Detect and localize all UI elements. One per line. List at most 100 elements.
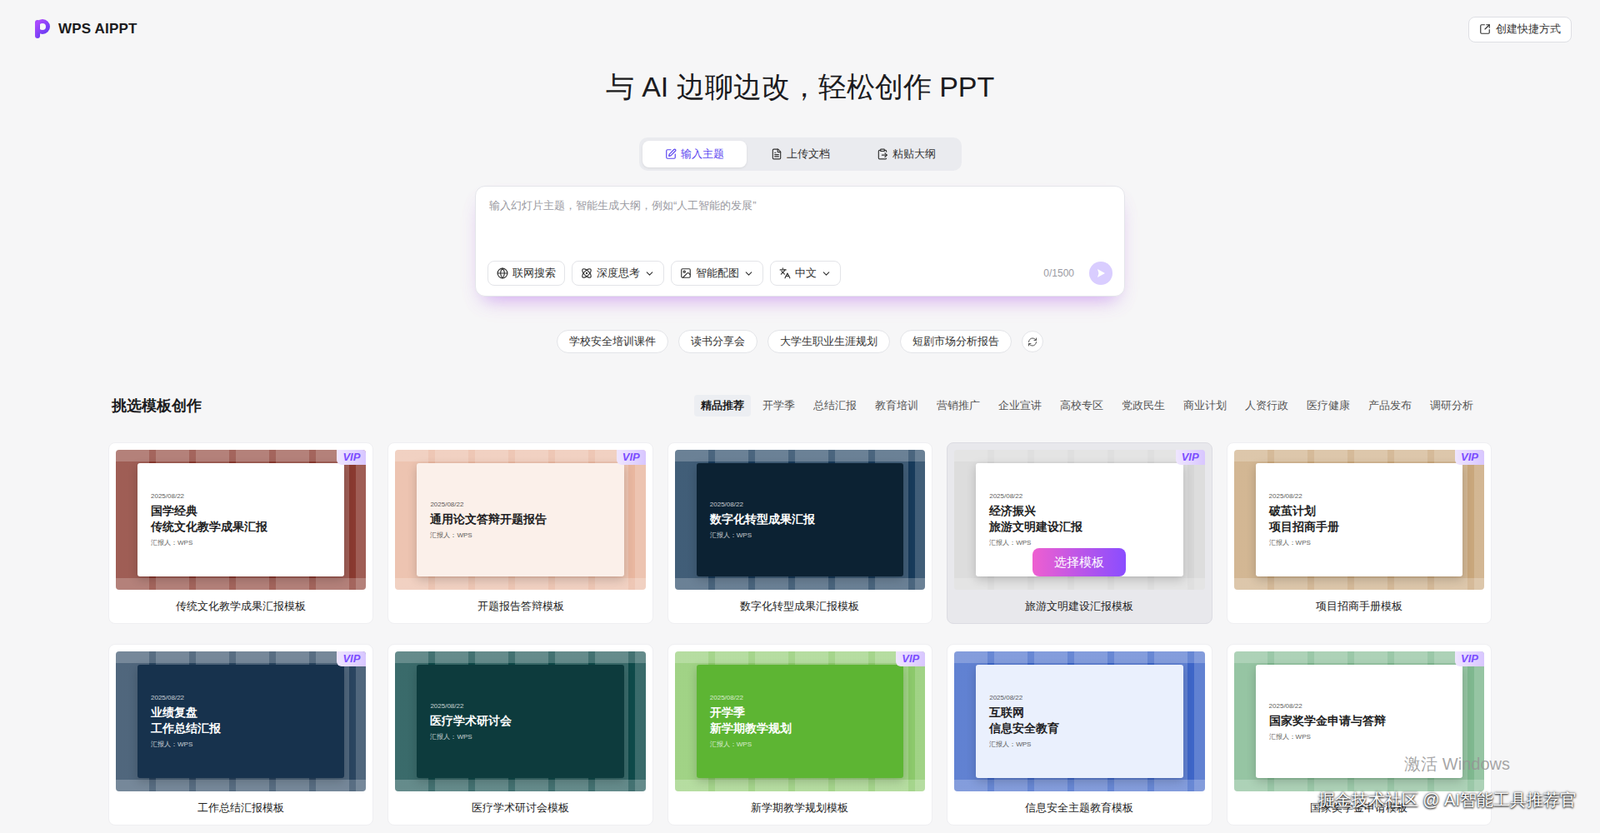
prompt-option[interactable]: 深度思考 [571, 260, 665, 286]
template-caption: 数字化转型成果汇报模板 [675, 590, 925, 624]
choose-template-button[interactable]: 选择模板 [1032, 548, 1126, 577]
category-tab[interactable]: 营销推广 [930, 395, 987, 417]
input-mode-tab[interactable]: 粘贴大纲 [854, 140, 959, 168]
category-tab[interactable]: 调研分析 [1423, 395, 1480, 417]
prompt-option[interactable]: 联网搜索 [487, 260, 565, 286]
category-tab[interactable]: 产品发布 [1361, 395, 1419, 417]
template-card[interactable]: 2025/08/22互联网信息安全教育汇报人：WPS信息安全主题教育模板 [946, 644, 1212, 826]
slide-title-line: 通用论文答辩开题报告 [430, 511, 610, 528]
vip-badge: VIP [895, 651, 925, 667]
template-preview[interactable]: 2025/08/22互联网信息安全教育汇报人：WPS [954, 651, 1205, 792]
wps-logo-icon [33, 18, 52, 40]
category-tab[interactable]: 总结汇报 [806, 395, 864, 417]
category-tab[interactable]: 党政民生 [1115, 395, 1172, 417]
template-preview[interactable]: 2025/08/22医疗学术研讨会汇报人：WPS [395, 651, 645, 792]
slide-title: 通用论文答辩开题报告 [430, 511, 610, 528]
refresh-button[interactable] [1021, 330, 1044, 353]
category-tab[interactable]: 商业计划 [1176, 395, 1234, 417]
template-caption: 工作总结汇报模板 [115, 791, 366, 825]
credit-watermark: 掘金技术社区 @ AI智能工具推荐官 [1318, 789, 1577, 812]
globe-icon [496, 267, 509, 280]
slide-date: 2025/08/22 [150, 492, 331, 500]
category-tabs: 精品推荐开学季总结汇报教育培训营销推广企业宣讲高校专区党政民生商业计划人资行政医… [694, 395, 1480, 417]
template-preview[interactable]: 2025/08/22开学季新学期教学规划汇报人：WPSVIP [675, 651, 925, 792]
category-tab[interactable]: 企业宣讲 [991, 395, 1049, 417]
prompt-option[interactable]: 中文 [770, 260, 841, 286]
template-card[interactable]: 2025/08/22数字化转型成果汇报汇报人：WPS数字化转型成果汇报模板 [667, 442, 933, 625]
language-icon [779, 267, 791, 280]
template-caption: 新学期教学规划模板 [675, 791, 925, 825]
suggestion-chip[interactable]: 大学生职业生涯规划 [767, 330, 890, 354]
template-card[interactable]: 2025/08/22国学经典传统文化教学成果汇报汇报人：WPSVIP传统文化教学… [108, 442, 374, 625]
input-mode-tab[interactable]: 上传文档 [748, 140, 853, 168]
slide-date: 2025/08/22 [710, 694, 890, 702]
template-caption: 传统文化教学成果汇报模板 [115, 590, 366, 624]
slide-date: 2025/08/22 [989, 694, 1170, 702]
template-preview[interactable]: 2025/08/22业绩复盘工作总结汇报汇报人：WPSVIP [115, 651, 366, 792]
template-preview[interactable]: 2025/08/22破茧计划项目招商手册汇报人：WPSVIP [1234, 450, 1485, 590]
template-card[interactable]: 2025/08/22医疗学术研讨会汇报人：WPS医疗学术研讨会模板 [387, 644, 653, 826]
template-preview[interactable]: 2025/08/22经济振兴旅游文明建设汇报汇报人：WPSVIP选择模板 [954, 450, 1205, 590]
template-preview[interactable]: 2025/08/22数字化转型成果汇报汇报人：WPS [675, 450, 925, 590]
slide-date: 2025/08/22 [150, 694, 331, 702]
suggestion-chip[interactable]: 读书分享会 [678, 330, 758, 354]
slide-presenter: 汇报人：WPS [1269, 732, 1450, 742]
prompt-option[interactable]: 智能配图 [670, 260, 764, 286]
slide-preview: 2025/08/22国学经典传统文化教学成果汇报汇报人：WPS [137, 463, 345, 577]
page: WPS AIPPT创建快捷方式与 AI 边聊边改，轻松创作 PPT输入主题上传文… [0, 0, 1600, 833]
template-caption: 医疗学术研讨会模板 [395, 791, 645, 825]
template-preview[interactable]: 2025/08/22国学经典传统文化教学成果汇报汇报人：WPSVIP [115, 450, 366, 590]
chevron-down-icon [644, 268, 655, 280]
slide-presenter: 汇报人：WPS [430, 530, 610, 540]
send-button[interactable] [1089, 261, 1113, 285]
prompt-input[interactable] [487, 196, 1113, 249]
template-section-header: 挑选模板创作精品推荐开学季总结汇报教育培训营销推广企业宣讲高校专区党政民生商业计… [108, 395, 1492, 417]
input-mode-tab[interactable]: 输入主题 [642, 140, 747, 168]
input-mode-tabs: 输入主题上传文档粘贴大纲 [639, 137, 962, 171]
slide-preview: 2025/08/22数字化转型成果汇报汇报人：WPS [696, 463, 904, 577]
category-tab[interactable]: 开学季 [755, 395, 802, 417]
vip-badge: VIP [1455, 651, 1485, 667]
slide-preview: 2025/08/22医疗学术研讨会汇报人：WPS [416, 665, 624, 779]
slide-preview: 2025/08/22互联网信息安全教育汇报人：WPS [975, 665, 1183, 779]
template-preview[interactable]: 2025/08/22国家奖学金申请与答辩汇报人：WPSVIP [1234, 651, 1485, 792]
slide-presenter: 汇报人：WPS [710, 530, 890, 540]
slide-date: 2025/08/22 [430, 702, 610, 710]
slide-title: 国家奖学金申请与答辩 [1269, 713, 1450, 730]
slide-title: 经济振兴旅游文明建设汇报 [989, 503, 1170, 535]
template-card[interactable]: 2025/08/22经济振兴旅游文明建设汇报汇报人：WPSVIP选择模板旅游文明… [946, 442, 1212, 625]
shortcut-icon [1479, 23, 1491, 35]
suggestion-chip[interactable]: 短剧市场分析报告 [900, 330, 1012, 354]
slide-title: 医疗学术研讨会 [430, 713, 610, 730]
template-card[interactable]: 2025/08/22通用论文答辩开题报告汇报人：WPSVIP开题报告答辩模板 [387, 442, 653, 625]
category-tab[interactable]: 精品推荐 [694, 395, 751, 417]
prompt-box: 联网搜索深度思考智能配图中文 0/1500 [475, 185, 1125, 297]
vip-badge: VIP [1175, 450, 1205, 465]
brand[interactable]: WPS AIPPT [33, 18, 138, 40]
prompt-toolbar: 联网搜索深度思考智能配图中文 0/1500 [487, 260, 1113, 286]
template-card[interactable]: 2025/08/22开学季新学期教学规划汇报人：WPSVIP新学期教学规划模板 [667, 644, 933, 826]
template-card[interactable]: 2025/08/22国家奖学金申请与答辩汇报人：WPSVIP国家奖学金申请模板 [1226, 644, 1492, 826]
pen-icon [665, 148, 677, 160]
char-counter: 0/1500 [1043, 267, 1075, 280]
slide-title-line: 数字化转型成果汇报 [710, 511, 890, 528]
watermark: 激活 Windows掘金技术社区 @ AI智能工具推荐官 [1318, 753, 1577, 812]
vip-badge: VIP [616, 450, 646, 465]
template-preview[interactable]: 2025/08/22 通用论文答辩开题报告汇报人：WPS VIP [395, 450, 645, 590]
clipboard-icon [876, 148, 889, 160]
template-card[interactable]: 2025/08/22业绩复盘工作总结汇报汇报人：WPSVIP工作总结汇报模板 [108, 644, 374, 826]
category-tab[interactable]: 教育培训 [868, 395, 925, 417]
slide-presenter: 汇报人：WPS [989, 538, 1170, 548]
shortcut-button[interactable]: 创建快捷方式 [1468, 16, 1572, 43]
suggestion-chip[interactable]: 学校安全培训课件 [556, 330, 669, 354]
slide-title: 国学经典传统文化教学成果汇报 [150, 503, 331, 535]
suggestion-list: 学校安全培训课件读书分享会大学生职业生涯规划短剧市场分析报告 [556, 330, 1044, 354]
category-tab[interactable]: 医疗健康 [1300, 395, 1357, 417]
slide-title-line: 信息安全教育 [989, 720, 1170, 737]
category-tab[interactable]: 高校专区 [1053, 395, 1110, 417]
category-tab[interactable]: 人资行政 [1238, 395, 1295, 417]
slide-presenter: 汇报人：WPS [989, 740, 1170, 750]
document-icon [770, 148, 783, 160]
template-card[interactable]: 2025/08/22破茧计划项目招商手册汇报人：WPSVIP项目招商手册模板 [1226, 442, 1492, 625]
slide-date: 2025/08/22 [430, 500, 610, 509]
